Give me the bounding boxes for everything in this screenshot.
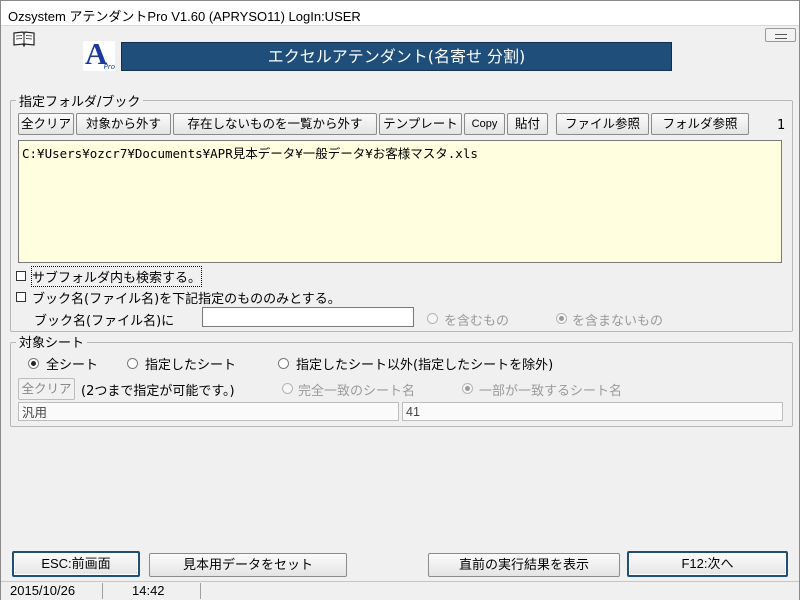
path-count: 1 bbox=[777, 118, 786, 133]
search-subfolders-label[interactable]: サブフォルダ内も検索する。 bbox=[30, 266, 203, 287]
partial-match-radio[interactable] bbox=[462, 383, 473, 394]
book-only-checkbox[interactable] bbox=[16, 292, 26, 302]
show-result-button[interactable]: 直前の実行結果を表示 bbox=[428, 553, 620, 577]
book-name-label: ブック名(ファイル名)に bbox=[34, 314, 175, 329]
status-bar: 2015/10/26 14:42 bbox=[1, 581, 799, 600]
search-subfolders-checkbox[interactable] bbox=[16, 271, 26, 281]
sheet-name-1-input[interactable] bbox=[18, 402, 399, 421]
specified-sheets-radio[interactable] bbox=[127, 358, 138, 369]
exact-match-radio[interactable] bbox=[282, 383, 293, 394]
template-button[interactable]: テンプレート bbox=[379, 113, 462, 135]
file-browse-button[interactable]: ファイル参照 bbox=[556, 113, 649, 135]
book-only-label[interactable]: ブック名(ファイル名)を下記指定のもののみとする。 bbox=[32, 288, 341, 307]
restore-button[interactable] bbox=[765, 28, 796, 42]
status-time: 14:42 bbox=[105, 583, 201, 599]
except-specified-label[interactable]: 指定したシート以外(指定したシートを除外) bbox=[296, 354, 553, 373]
partial-match-label[interactable]: 一部が一致するシート名 bbox=[479, 380, 622, 399]
sheet-group-legend: 対象シート bbox=[16, 332, 88, 351]
all-sheets-radio[interactable] bbox=[28, 358, 39, 369]
title-bar: Ozsystem アテンダントPro V1.60 (APRYSO11) LogI… bbox=[1, 1, 799, 26]
not-contains-radio[interactable] bbox=[556, 313, 567, 324]
remove-target-button[interactable]: 対象から外す bbox=[76, 113, 171, 135]
folder-browse-button[interactable]: フォルダ参照 bbox=[651, 113, 749, 135]
path-list[interactable]: C:¥Users¥ozcr7¥Documents¥APR見本データ¥一般データ¥… bbox=[18, 140, 782, 263]
book-icon[interactable] bbox=[13, 31, 35, 47]
page-title: エクセルアテンダント(名寄せ 分割) bbox=[121, 42, 672, 71]
sample-data-button[interactable]: 見本用データをセット bbox=[149, 553, 347, 577]
back-button[interactable]: ESC:前画面 bbox=[12, 551, 140, 577]
logo-sub: Pro bbox=[103, 63, 115, 71]
exact-match-label[interactable]: 完全一致のシート名 bbox=[298, 380, 415, 399]
sheet-clear-button[interactable]: 全クリア bbox=[18, 378, 75, 400]
status-date: 2015/10/26 bbox=[3, 583, 103, 599]
paste-button[interactable]: 貼付 bbox=[507, 113, 548, 135]
sheet-note: (2つまで指定が可能です。) bbox=[81, 384, 235, 399]
except-specified-radio[interactable] bbox=[278, 358, 289, 369]
app-window: Ozsystem アテンダントPro V1.60 (APRYSO11) LogI… bbox=[0, 0, 800, 600]
contains-radio[interactable] bbox=[427, 313, 438, 324]
specified-sheets-label[interactable]: 指定したシート bbox=[145, 354, 236, 373]
contains-label[interactable]: を含むもの bbox=[444, 310, 509, 329]
copy-button[interactable]: Copy bbox=[464, 113, 505, 135]
all-sheets-label[interactable]: 全シート bbox=[46, 354, 98, 373]
sheet-name-2-input[interactable] bbox=[402, 402, 783, 421]
window-title: Ozsystem アテンダントPro V1.60 (APRYSO11) LogI… bbox=[8, 9, 361, 24]
remove-missing-button[interactable]: 存在しないものを一覧から外す bbox=[173, 113, 377, 135]
clear-all-button[interactable]: 全クリア bbox=[18, 113, 74, 135]
book-name-input[interactable] bbox=[202, 307, 414, 327]
app-logo: A Pro bbox=[83, 38, 115, 71]
not-contains-label[interactable]: を含まないもの bbox=[572, 310, 663, 329]
folder-group-legend: 指定フォルダ/ブック bbox=[16, 91, 144, 110]
next-button[interactable]: F12:次へ bbox=[627, 551, 788, 577]
